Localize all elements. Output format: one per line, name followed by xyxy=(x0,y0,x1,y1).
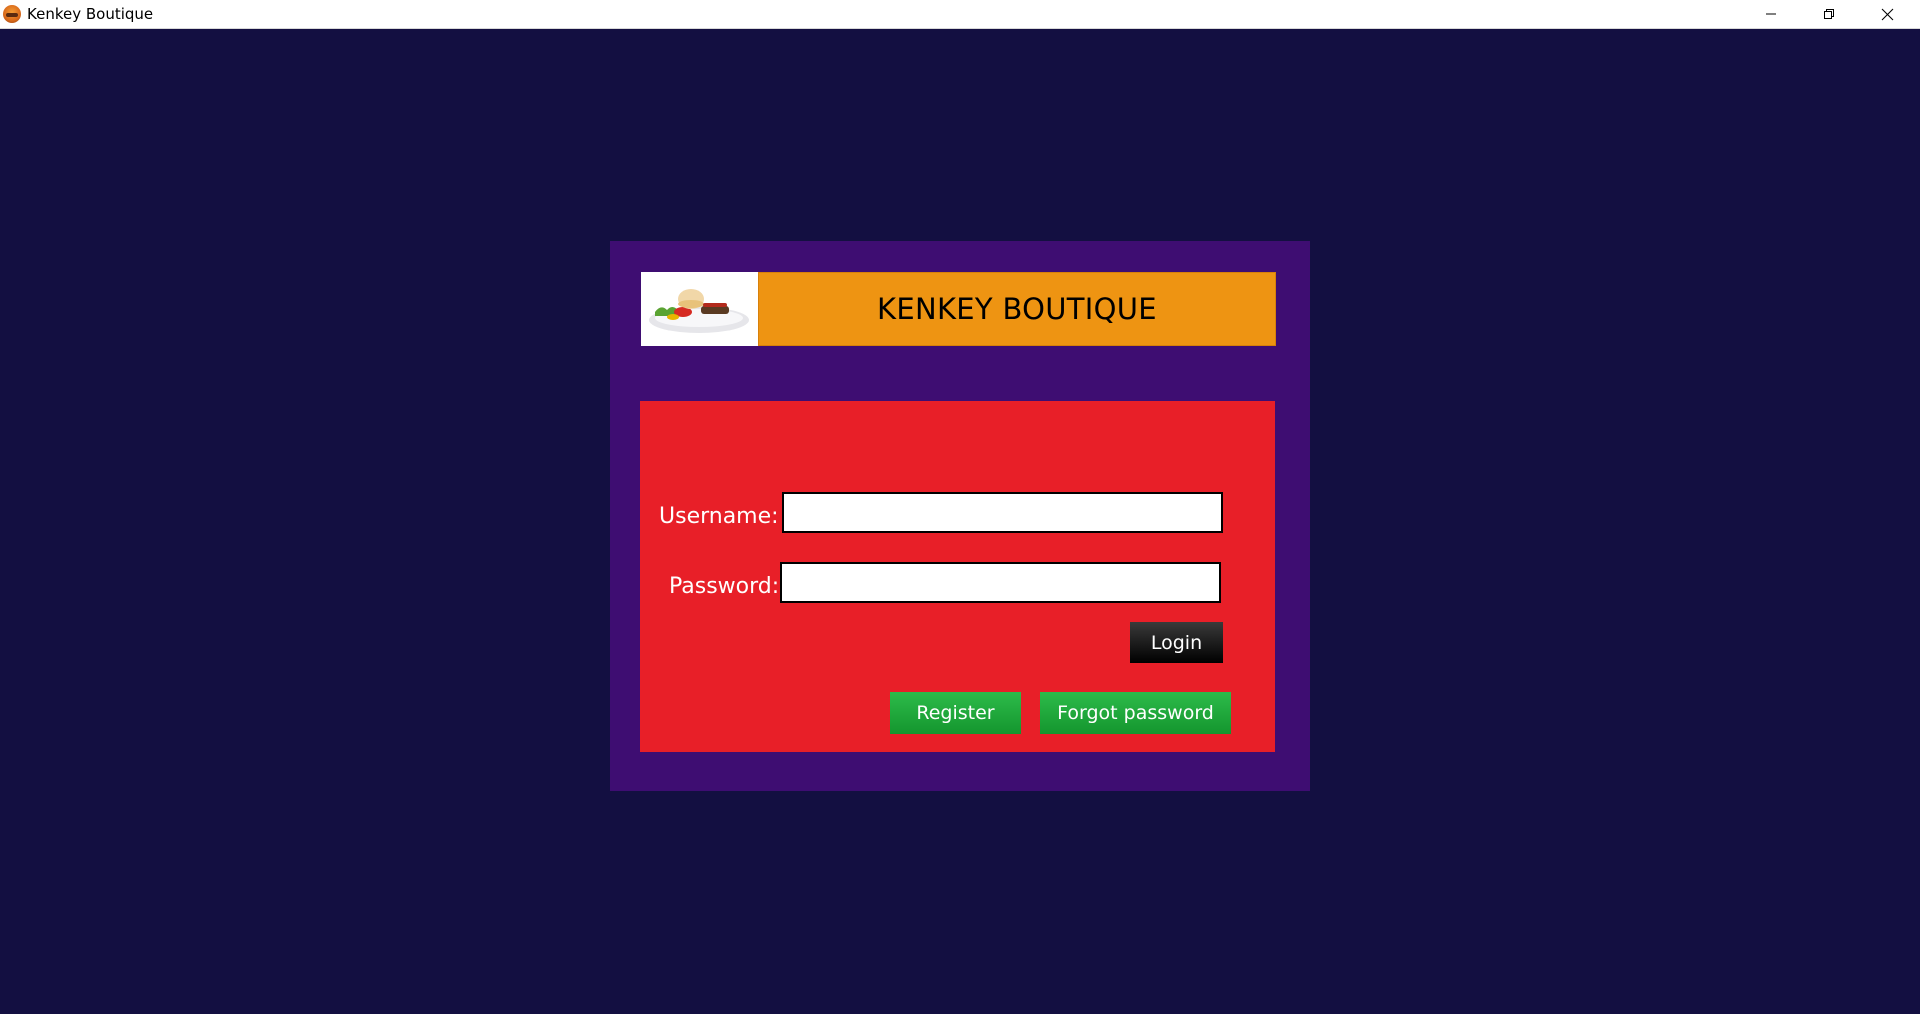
app-icon xyxy=(3,5,21,23)
burger-plate-logo xyxy=(649,289,749,333)
register-button[interactable]: Register xyxy=(890,692,1021,734)
username-label: Username: xyxy=(659,504,779,529)
title-bar: Kenkey Boutique xyxy=(0,0,1920,29)
minimize-button[interactable] xyxy=(1742,0,1800,28)
window-title: Kenkey Boutique xyxy=(27,5,154,23)
close-button[interactable] xyxy=(1858,0,1916,28)
maximize-button[interactable] xyxy=(1800,0,1858,28)
password-label: Password: xyxy=(669,574,780,599)
forgot-password-button[interactable]: Forgot password xyxy=(1040,692,1231,734)
logo-image xyxy=(641,272,758,346)
username-input[interactable] xyxy=(782,492,1223,533)
close-icon xyxy=(1881,8,1893,20)
app-window: Kenkey Boutique KENKEY BOUTIQUE Username… xyxy=(0,0,1920,1014)
login-panel: Username: Password: Login Register Forgo… xyxy=(640,401,1275,752)
login-button[interactable]: Login xyxy=(1130,622,1223,663)
password-input[interactable] xyxy=(780,562,1221,603)
banner: KENKEY BOUTIQUE xyxy=(758,272,1276,346)
minimize-icon xyxy=(1766,13,1776,15)
restore-icon xyxy=(1824,9,1834,19)
app-name-heading: KENKEY BOUTIQUE xyxy=(877,292,1157,326)
login-frame: KENKEY BOUTIQUE Username: Password: Logi… xyxy=(610,241,1310,791)
